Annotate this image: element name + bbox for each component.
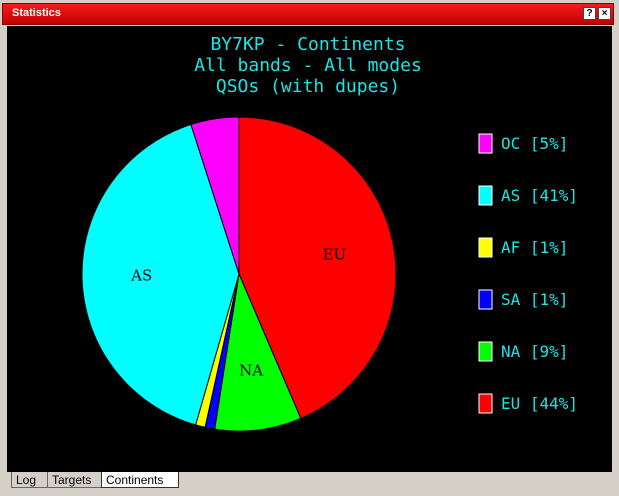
legend-entry-sa: SA [1%] [501, 290, 568, 309]
chart-title-line-2: All bands - All modes [194, 55, 422, 76]
legend-swatch-af [478, 237, 493, 258]
chart-title-line-3: QSOs (with dupes) [216, 76, 400, 97]
close-button[interactable]: × [598, 7, 611, 20]
legend-swatch-na [478, 341, 493, 362]
chart-area: BY7KP - Continents All bands - All modes Q… [7, 26, 612, 472]
tab-log[interactable]: Log [11, 472, 49, 488]
legend-swatch-sa [478, 289, 493, 310]
slice-label-as: AS [130, 267, 152, 285]
chart-title-line-1: BY7KP - Continents [210, 34, 405, 55]
title-bar[interactable]: Statistics ? × [2, 3, 614, 25]
legend-entry-oc: OC [5%] [501, 134, 568, 153]
help-button[interactable]: ? [583, 7, 596, 20]
legend-swatch-oc [478, 133, 493, 154]
tab-targets[interactable]: Targets [47, 472, 102, 488]
continents-pie-chart: BY7KP - ContinentsAll bands - All modesQ… [81, 34, 578, 432]
window-title: Statistics [12, 7, 61, 19]
tab-bar: Log Targets Continents [7, 472, 612, 490]
legend-entry-na: NA [9%] [501, 342, 568, 361]
legend-entry-eu: EU [44%] [501, 394, 578, 413]
legend-swatch-eu [478, 393, 493, 414]
legend-entry-as: AS [41%] [501, 186, 578, 205]
legend-entry-af: AF [1%] [501, 238, 568, 257]
statistics-window: Statistics ? × BY7KP - Continents All ban… [0, 0, 619, 496]
slice-label-eu: EU [323, 246, 347, 264]
tab-continents[interactable]: Continents [101, 472, 179, 488]
legend-swatch-as [478, 185, 493, 206]
slice-label-na: NA [239, 362, 263, 380]
